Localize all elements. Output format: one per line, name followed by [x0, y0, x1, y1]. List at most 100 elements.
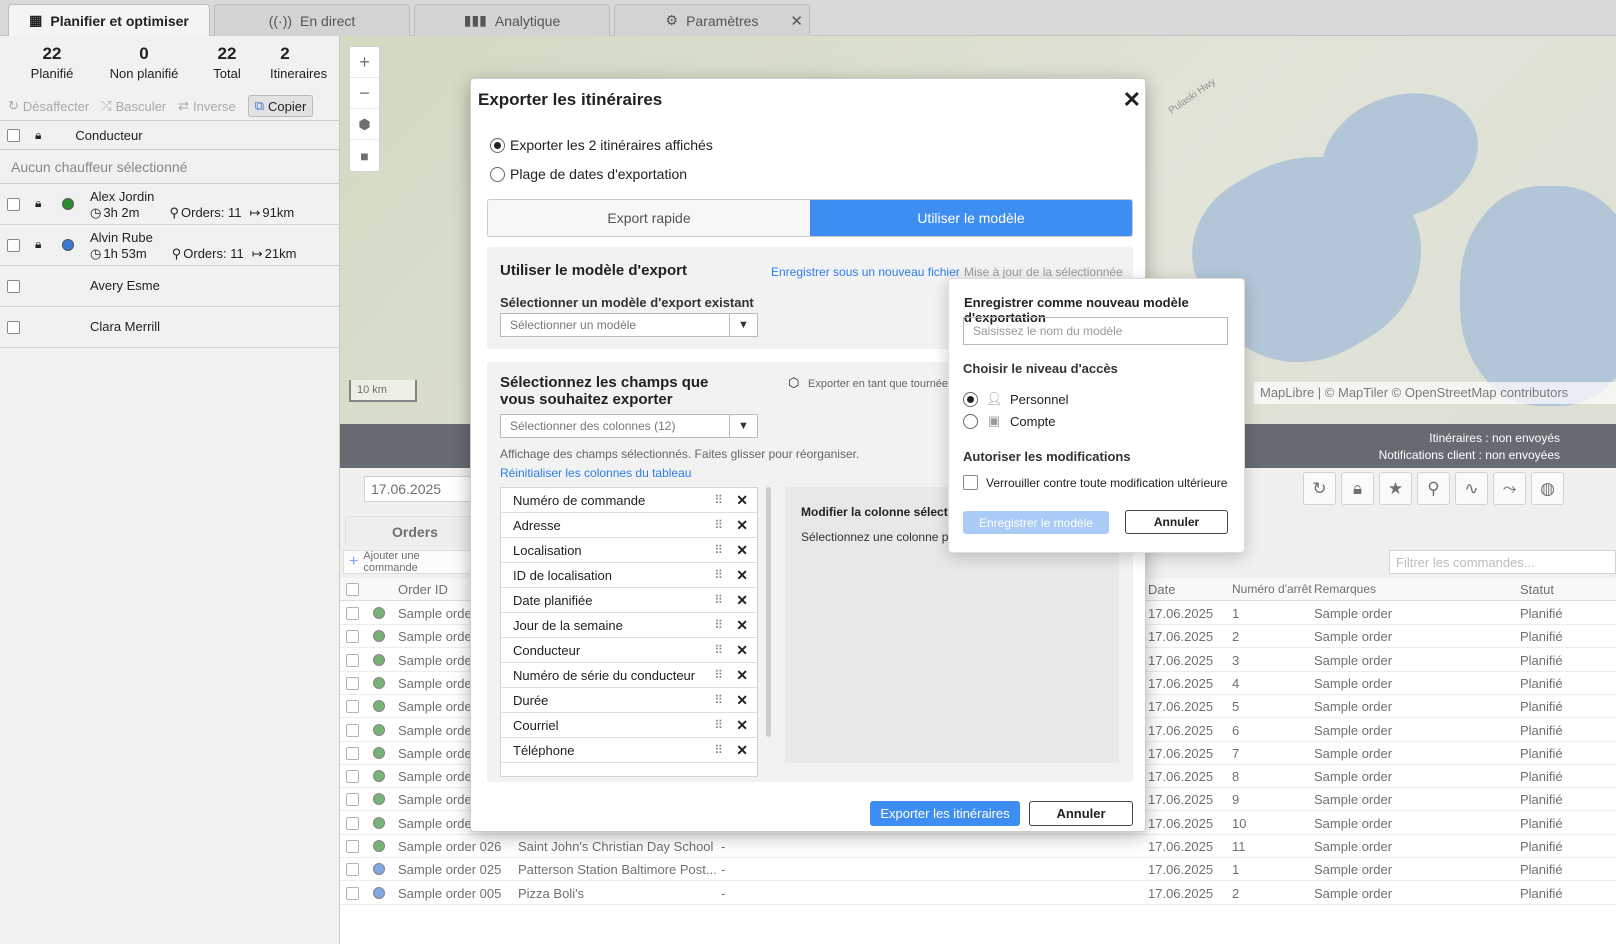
radio-selected[interactable]	[963, 391, 978, 407]
radio-unselected[interactable]	[490, 166, 505, 182]
radio-unselected[interactable]	[963, 413, 978, 429]
remove-field-icon[interactable]: ✕	[736, 692, 748, 709]
drag-handle-icon[interactable]: ⠿	[714, 743, 723, 757]
access-personal-option[interactable]: 👤︎ Personnel	[963, 391, 1069, 407]
template-select[interactable]: Sélectionner un modèle ▼	[500, 313, 758, 337]
popover-cancel-button[interactable]: Annuler	[1125, 510, 1228, 534]
tab-analytique[interactable]: ▮▮▮ Analytique	[414, 4, 610, 36]
driver-distance: 91km	[262, 205, 295, 220]
remove-field-icon[interactable]: ✕	[736, 667, 748, 684]
drag-handle-icon[interactable]: ⠿	[714, 618, 723, 632]
driver-checkbox[interactable]	[7, 239, 20, 252]
quick-export-tab[interactable]: Export rapide	[488, 200, 810, 236]
drag-handle-icon[interactable]: ⠿	[714, 593, 723, 607]
select-all-checkbox[interactable]	[7, 128, 20, 142]
columns-select[interactable]: Sélectionner des colonnes (12) ▼	[500, 414, 758, 438]
driver-meta: ◷ 1h 53m ⚲ Orders: 11 ↦ 21km	[90, 246, 296, 262]
stat-total: 22 Total	[184, 44, 270, 90]
driver-row[interactable]: 🔒︎ Alvin Rube ◷ 1h 53m ⚲ Orders: 11 ↦ 21km	[0, 225, 340, 266]
field-item[interactable]: Numéro de série du conducteur ⠿ ✕	[501, 663, 757, 688]
field-item[interactable]: ID de localisation ⠿ ✕	[501, 563, 757, 588]
export-mode-toggle: Export rapide Utiliser le modèle	[487, 199, 1133, 237]
stat-label: Planifié	[30, 66, 74, 81]
field-item[interactable]: Téléphone ⠿ ✕	[501, 738, 757, 763]
driver-orders: Orders: 11	[183, 246, 244, 261]
lock-icon[interactable]: 🔒︎	[35, 196, 41, 211]
field-label: Date planifiée	[513, 592, 593, 608]
lock-icon: 🔒︎	[35, 127, 42, 142]
template-name-input[interactable]: Saisissez le nom du modèle	[963, 317, 1228, 345]
lock-checkbox[interactable]	[963, 475, 978, 490]
save-template-button[interactable]: Enregistrer le modèle	[963, 511, 1109, 534]
field-item[interactable]: Courriel ⠿ ✕	[501, 713, 757, 738]
save-as-new-link[interactable]: Enregistrer sous un nouveau fichier	[771, 265, 960, 279]
drag-handle-icon[interactable]: ⠿	[714, 643, 723, 657]
remove-field-icon[interactable]: ✕	[736, 717, 748, 734]
option-label: Personnel	[1010, 391, 1069, 407]
export-routes-button[interactable]: Exporter les itinéraires	[870, 801, 1020, 826]
drag-handle-icon[interactable]: ⠿	[714, 493, 723, 507]
unassign-button[interactable]: ↻ Désaffecter	[8, 98, 89, 114]
field-item[interactable]: Numéro de commande ⠿ ✕	[501, 488, 757, 513]
remove-field-icon[interactable]: ✕	[736, 742, 748, 759]
drag-handle-icon[interactable]: ⠿	[714, 668, 723, 682]
fields-scrollbar[interactable]	[766, 487, 771, 737]
remove-field-icon[interactable]: ✕	[736, 517, 748, 534]
driver-row[interactable]: 🔒︎ Alex Jordin ◷ 3h 2m ⚲ Orders: 11 ↦ 91km	[0, 184, 340, 225]
driver-row[interactable]: Clara Merrill	[0, 307, 340, 348]
stat-label: Non planifié	[109, 66, 179, 81]
stat-value: 2	[280, 44, 290, 63]
shuffle-icon: ⤮	[101, 98, 112, 113]
drag-handle-icon[interactable]: ⠿	[714, 543, 723, 557]
drag-handle-icon[interactable]: ⠿	[714, 718, 723, 732]
cancel-button[interactable]: Annuler	[1029, 801, 1133, 826]
tab-parametres[interactable]: ⚙ Paramètres ✕	[614, 4, 810, 36]
field-label: Durée	[513, 692, 549, 708]
field-label: Conducteur	[513, 642, 581, 658]
driver-time: 3h 2m	[103, 205, 140, 220]
driver-checkbox[interactable]	[7, 198, 20, 211]
access-account-option[interactable]: ▣ Compte	[963, 413, 1056, 429]
toggle-button[interactable]: ⤮ Basculer	[101, 98, 166, 114]
field-item[interactable]: Conducteur ⠿ ✕	[501, 638, 757, 663]
remove-field-icon[interactable]: ✕	[736, 567, 748, 584]
field-item[interactable]: Localisation ⠿ ✕	[501, 538, 757, 563]
lock-modifications-option[interactable]: Verrouiller contre toute modification ul…	[963, 475, 1227, 490]
driver-list-header: 🔒︎ Conducteur	[0, 120, 340, 150]
driver-checkbox[interactable]	[7, 321, 20, 334]
drag-handle-icon[interactable]: ⠿	[714, 693, 723, 707]
radio-selected[interactable]	[490, 137, 505, 153]
field-item[interactable]: Durée ⠿ ✕	[501, 688, 757, 713]
export-date-range-option[interactable]: Plage de dates d'exportation	[490, 166, 687, 182]
drag-handle-icon[interactable]: ⠿	[714, 568, 723, 582]
export-as-route-option[interactable]: Exporter en tant que tournée	[808, 378, 948, 390]
close-icon[interactable]: ✕	[1123, 87, 1141, 113]
tab-en-direct[interactable]: ((·)) En direct	[214, 4, 410, 36]
copy-label: Copier	[267, 98, 307, 114]
driver-color-dot	[62, 239, 74, 251]
close-tab-icon[interactable]: ✕	[790, 12, 803, 30]
tab-planifier[interactable]: ▦ Planifier et optimiser	[8, 4, 210, 36]
top-tab-bar: ▦ Planifier et optimiser ((·)) En direct…	[0, 0, 1616, 36]
field-item[interactable]: Adresse ⠿ ✕	[501, 513, 757, 538]
remove-field-icon[interactable]: ✕	[736, 642, 748, 659]
use-template-tab[interactable]: Utiliser le modèle	[810, 200, 1132, 236]
remove-field-icon[interactable]: ✕	[736, 492, 748, 509]
unassign-icon: ↻	[8, 98, 19, 113]
driver-checkbox[interactable]	[7, 280, 20, 293]
drag-handle-icon[interactable]: ⠿	[714, 518, 723, 532]
person-icon: 👤︎	[986, 391, 1003, 406]
reset-columns-link[interactable]: Réinitialiser les colonnes du tableau	[500, 466, 691, 480]
reverse-button[interactable]: ⇄ Inverse	[178, 98, 236, 114]
remove-field-icon[interactable]: ✕	[736, 592, 748, 609]
copy-button[interactable]: ⧉ Copier	[247, 95, 314, 117]
field-item[interactable]: Date planifiée ⠿ ✕	[501, 588, 757, 613]
remove-field-icon[interactable]: ✕	[736, 617, 748, 634]
export-displayed-option[interactable]: Exporter les 2 itinéraires affichés	[490, 137, 713, 153]
remove-field-icon[interactable]: ✕	[736, 542, 748, 559]
toggle-label: Basculer	[115, 98, 167, 114]
chevron-down-icon: ▼	[729, 314, 757, 336]
lock-icon[interactable]: 🔒︎	[35, 237, 41, 252]
driver-row[interactable]: Avery Esme	[0, 266, 340, 307]
field-item[interactable]: Jour de la semaine ⠿ ✕	[501, 613, 757, 638]
